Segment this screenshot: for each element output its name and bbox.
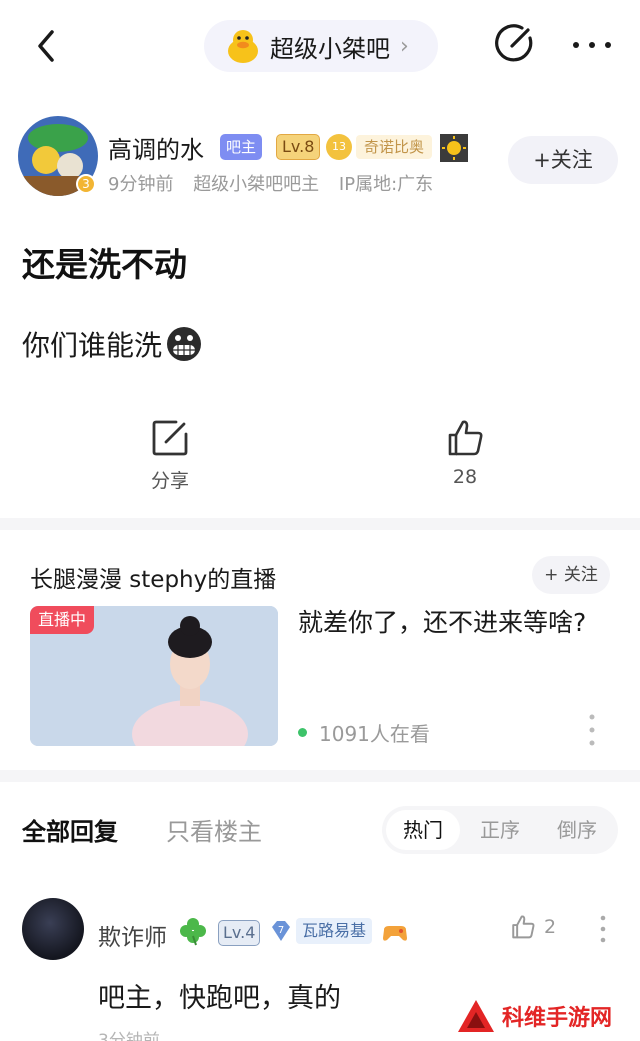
diamond-number: 7 bbox=[278, 925, 284, 936]
comment-like-button[interactable]: 2 bbox=[510, 914, 556, 940]
live-description: 就差你了，还不进来等啥? bbox=[298, 608, 587, 637]
comment-more-icon[interactable] bbox=[596, 914, 610, 944]
comment-title-label: 瓦路易基 bbox=[296, 918, 373, 944]
like-count: 28 bbox=[452, 466, 478, 488]
duck-icon bbox=[228, 30, 258, 63]
back-icon[interactable] bbox=[28, 26, 68, 66]
top-bar: 超级小桀吧 › bbox=[0, 0, 640, 92]
title-badge-label: 奇诺比奥 bbox=[356, 135, 433, 159]
viewer-count: 1091人在看 bbox=[298, 718, 430, 747]
sort-toggle: 热门 正序 倒序 bbox=[382, 806, 618, 854]
like-button[interactable]: 28 bbox=[425, 418, 505, 488]
chevron-right-icon: › bbox=[400, 33, 409, 59]
share-edit-icon[interactable] bbox=[492, 22, 536, 66]
post-title: 还是洗不动 bbox=[22, 245, 187, 284]
diamond-icon: 7 bbox=[272, 921, 290, 941]
title-badge-icon: 13 bbox=[326, 134, 352, 160]
viewer-count-text: 1091人在看 bbox=[319, 722, 430, 746]
grimace-emoji-icon bbox=[167, 327, 202, 361]
sun-medal-icon bbox=[440, 134, 468, 162]
section-divider bbox=[0, 518, 640, 530]
sort-descending[interactable]: 倒序 bbox=[540, 810, 614, 850]
comment-like-count: 2 bbox=[544, 916, 557, 938]
avatar-level-badge: 3 bbox=[76, 174, 96, 194]
tab-all-replies[interactable]: 全部回复 bbox=[22, 812, 118, 847]
sort-hot[interactable]: 热门 bbox=[386, 810, 460, 850]
live-thumbnail[interactable]: 直播中 bbox=[30, 606, 278, 746]
live-follow-button[interactable]: + 关注 bbox=[532, 556, 610, 594]
author-role-desc: 超级小桀吧吧主 bbox=[193, 174, 320, 195]
forum-name: 超级小桀吧 bbox=[270, 34, 390, 63]
post-body: 你们谁能洗 bbox=[22, 324, 202, 364]
post-body-text: 你们谁能洗 bbox=[22, 329, 163, 362]
live-stream-title[interactable]: 长腿漫漫 stephy的直播 bbox=[30, 560, 276, 594]
section-divider bbox=[0, 770, 640, 782]
comment-avatar[interactable] bbox=[22, 898, 84, 960]
comment-text: 吧主，快跑吧，真的 bbox=[98, 983, 341, 1014]
live-more-icon[interactable] bbox=[584, 712, 600, 748]
thumbs-up-icon bbox=[512, 915, 535, 939]
watermark: 科维手游网 bbox=[456, 994, 636, 1038]
comment-time: 3分钟前 bbox=[98, 1031, 160, 1041]
comment-title-badge[interactable]: 7 瓦路易基 bbox=[268, 918, 373, 944]
comment-author-name[interactable]: 欺诈师 bbox=[98, 918, 167, 952]
follow-button[interactable]: +关注 bbox=[508, 136, 618, 184]
thumbs-up-icon bbox=[448, 420, 483, 456]
live-status-badge: 直播中 bbox=[30, 606, 95, 634]
post-time: 9分钟前 bbox=[108, 174, 174, 195]
share-icon bbox=[152, 420, 188, 456]
level-badge: Lv.8 bbox=[276, 134, 321, 160]
tab-owner-only[interactable]: 只看楼主 bbox=[166, 812, 262, 847]
ip-location: IP属地:广东 bbox=[338, 174, 434, 195]
share-label: 分享 bbox=[150, 470, 189, 492]
title-badge[interactable]: 13 奇诺比奥 bbox=[326, 134, 433, 160]
sort-ascending[interactable]: 正序 bbox=[463, 810, 537, 850]
game-controller-icon bbox=[380, 918, 410, 948]
role-badge: 吧主 bbox=[220, 134, 263, 160]
live-dot-icon bbox=[298, 728, 307, 737]
watermark-logo-icon bbox=[458, 1000, 494, 1032]
comment-level-badge: Lv.4 bbox=[218, 920, 261, 946]
post-meta: 9分钟前 超级小桀吧吧主 IP属地:广东 bbox=[108, 170, 447, 196]
watermark-text: 科维手游网 bbox=[502, 1006, 613, 1031]
share-button[interactable]: 分享 bbox=[130, 418, 210, 493]
author-name[interactable]: 高调的水 bbox=[108, 130, 204, 165]
more-icon[interactable] bbox=[570, 30, 614, 60]
forum-name-button[interactable]: 超级小桀吧 › bbox=[204, 20, 438, 72]
clover-icon bbox=[178, 916, 208, 946]
